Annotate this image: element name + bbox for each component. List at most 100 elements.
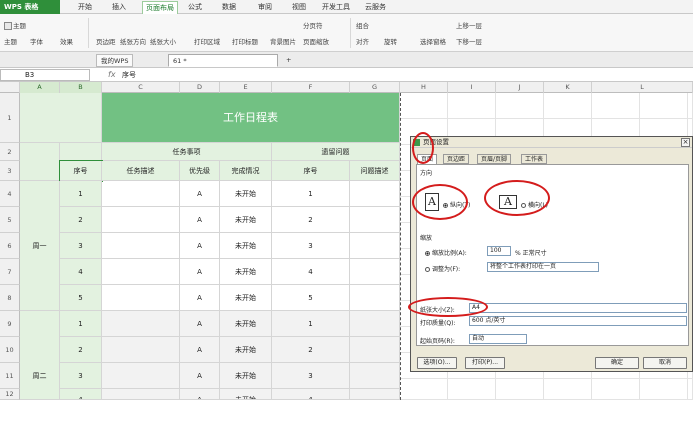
col-header-d[interactable]: D: [180, 82, 220, 93]
row-task[interactable]: [102, 285, 180, 311]
row-no-2[interactable]: 4: [272, 259, 350, 285]
col-header-j[interactable]: J: [496, 82, 544, 93]
menu-insert[interactable]: 插入: [112, 0, 126, 14]
row-status[interactable]: 未开始: [220, 233, 272, 259]
menu-page-layout[interactable]: 页面布局: [142, 1, 178, 14]
row-task[interactable]: [102, 389, 180, 400]
page-break-button[interactable]: 分页符: [303, 20, 323, 30]
scale-input[interactable]: 100: [487, 246, 511, 256]
row-header[interactable]: 11: [0, 363, 20, 389]
week-label-tuesday[interactable]: 周二: [20, 311, 60, 400]
row-no-2[interactable]: 4: [272, 389, 350, 400]
row-header[interactable]: 12: [0, 389, 20, 400]
options-button[interactable]: 选项(O)...: [417, 357, 457, 369]
effect-button[interactable]: 效果: [60, 36, 73, 46]
margin-button[interactable]: 页边距: [96, 36, 116, 46]
close-icon[interactable]: ×: [681, 138, 690, 147]
tab-my-wps[interactable]: 我的WPS: [96, 54, 134, 67]
row-task[interactable]: [102, 311, 180, 337]
fit-select[interactable]: 将整个工作表打印在一页: [487, 262, 599, 272]
row-no[interactable]: 4: [60, 389, 102, 400]
col-header-a[interactable]: A: [20, 82, 60, 93]
col-header-h[interactable]: H: [400, 82, 448, 93]
row-no[interactable]: 5: [60, 285, 102, 311]
row-issue[interactable]: [350, 389, 400, 400]
bg-image-button[interactable]: 背景图片: [270, 36, 296, 46]
row-status[interactable]: 未开始: [220, 181, 272, 207]
scale-radio[interactable]: 缩放比例(A):: [425, 248, 467, 257]
col-header-g[interactable]: G: [350, 82, 400, 93]
menu-home[interactable]: 开始: [78, 0, 92, 14]
selection-pane-button[interactable]: 选择窗格: [420, 36, 446, 46]
row-no[interactable]: 3: [60, 233, 102, 259]
select-all-corner[interactable]: [0, 82, 20, 93]
row-issue[interactable]: [350, 207, 400, 233]
theme-button[interactable]: 主题: [4, 20, 26, 30]
row-header[interactable]: 4: [0, 181, 20, 207]
header-task-desc[interactable]: 任务描述: [102, 161, 180, 181]
row-priority[interactable]: A: [180, 207, 220, 233]
sheet-title[interactable]: 工作日程表: [102, 93, 400, 143]
menu-cloud[interactable]: 云服务: [365, 0, 386, 14]
page-zoom-button[interactable]: 页面缩放: [303, 36, 329, 46]
col-header-k[interactable]: K: [544, 82, 592, 93]
header-no-2[interactable]: 序号: [272, 161, 350, 181]
tab-current-doc[interactable]: 61 *: [168, 54, 278, 67]
row-priority[interactable]: A: [180, 259, 220, 285]
tab-header-footer[interactable]: 页眉/页脚: [477, 154, 512, 164]
cell-a2[interactable]: [20, 143, 60, 181]
bring-forward-button[interactable]: 上移一层: [456, 20, 482, 30]
row-header[interactable]: 10: [0, 337, 20, 363]
row-no[interactable]: 2: [60, 337, 102, 363]
row-priority[interactable]: A: [180, 285, 220, 311]
row-task[interactable]: [102, 233, 180, 259]
col-header-e[interactable]: E: [220, 82, 272, 93]
row-priority[interactable]: A: [180, 311, 220, 337]
header-priority[interactable]: 优先级: [180, 161, 220, 181]
row-no[interactable]: 2: [60, 207, 102, 233]
menu-developer[interactable]: 开发工具: [322, 0, 350, 14]
header-no[interactable]: 序号: [59, 160, 103, 182]
print-quality-select[interactable]: 600 点/英寸: [469, 316, 687, 326]
group-header-issues[interactable]: 遗留问题: [272, 143, 400, 161]
row-no-2[interactable]: 2: [272, 337, 350, 363]
header-status[interactable]: 完成情况: [220, 161, 272, 181]
print-button[interactable]: 打印(P)...: [465, 357, 505, 369]
row-no[interactable]: 3: [60, 363, 102, 389]
orientation-button[interactable]: 纸张方向: [120, 36, 146, 46]
app-logo[interactable]: WPS 表格: [0, 0, 60, 14]
row-header[interactable]: 7: [0, 259, 20, 285]
cancel-button[interactable]: 取消: [643, 357, 687, 369]
row-no-2[interactable]: 1: [272, 181, 350, 207]
row-no-2[interactable]: 1: [272, 311, 350, 337]
col-header-l[interactable]: L: [592, 82, 693, 93]
col-header-f[interactable]: F: [272, 82, 350, 93]
align-button[interactable]: 对齐: [356, 36, 369, 46]
row-no[interactable]: 1: [60, 181, 102, 207]
row-status[interactable]: 未开始: [220, 259, 272, 285]
row-priority[interactable]: A: [180, 363, 220, 389]
row-task[interactable]: [102, 363, 180, 389]
tab-worksheet[interactable]: 工作表: [521, 154, 548, 164]
fit-radio[interactable]: 调整为(F):: [425, 264, 460, 273]
row-header[interactable]: 2: [0, 143, 20, 161]
row-task[interactable]: [102, 181, 180, 207]
row-task[interactable]: [102, 337, 180, 363]
row-status[interactable]: 未开始: [220, 311, 272, 337]
first-page-input[interactable]: 自动: [469, 334, 527, 344]
cell-a1[interactable]: [20, 93, 102, 143]
row-status[interactable]: 未开始: [220, 363, 272, 389]
row-priority[interactable]: A: [180, 389, 220, 400]
row-no-2[interactable]: 5: [272, 285, 350, 311]
row-header[interactable]: 1: [0, 93, 20, 143]
col-header-i[interactable]: I: [448, 82, 496, 93]
row-status[interactable]: 未开始: [220, 389, 272, 400]
group-header-tasks[interactable]: 任务事项: [102, 143, 272, 161]
row-issue[interactable]: [350, 363, 400, 389]
col-header-b[interactable]: B: [60, 82, 102, 93]
row-task[interactable]: [102, 259, 180, 285]
paper-size-select[interactable]: A4: [469, 303, 687, 313]
row-no-2[interactable]: 3: [272, 233, 350, 259]
row-status[interactable]: 未开始: [220, 337, 272, 363]
row-no-2[interactable]: 3: [272, 363, 350, 389]
